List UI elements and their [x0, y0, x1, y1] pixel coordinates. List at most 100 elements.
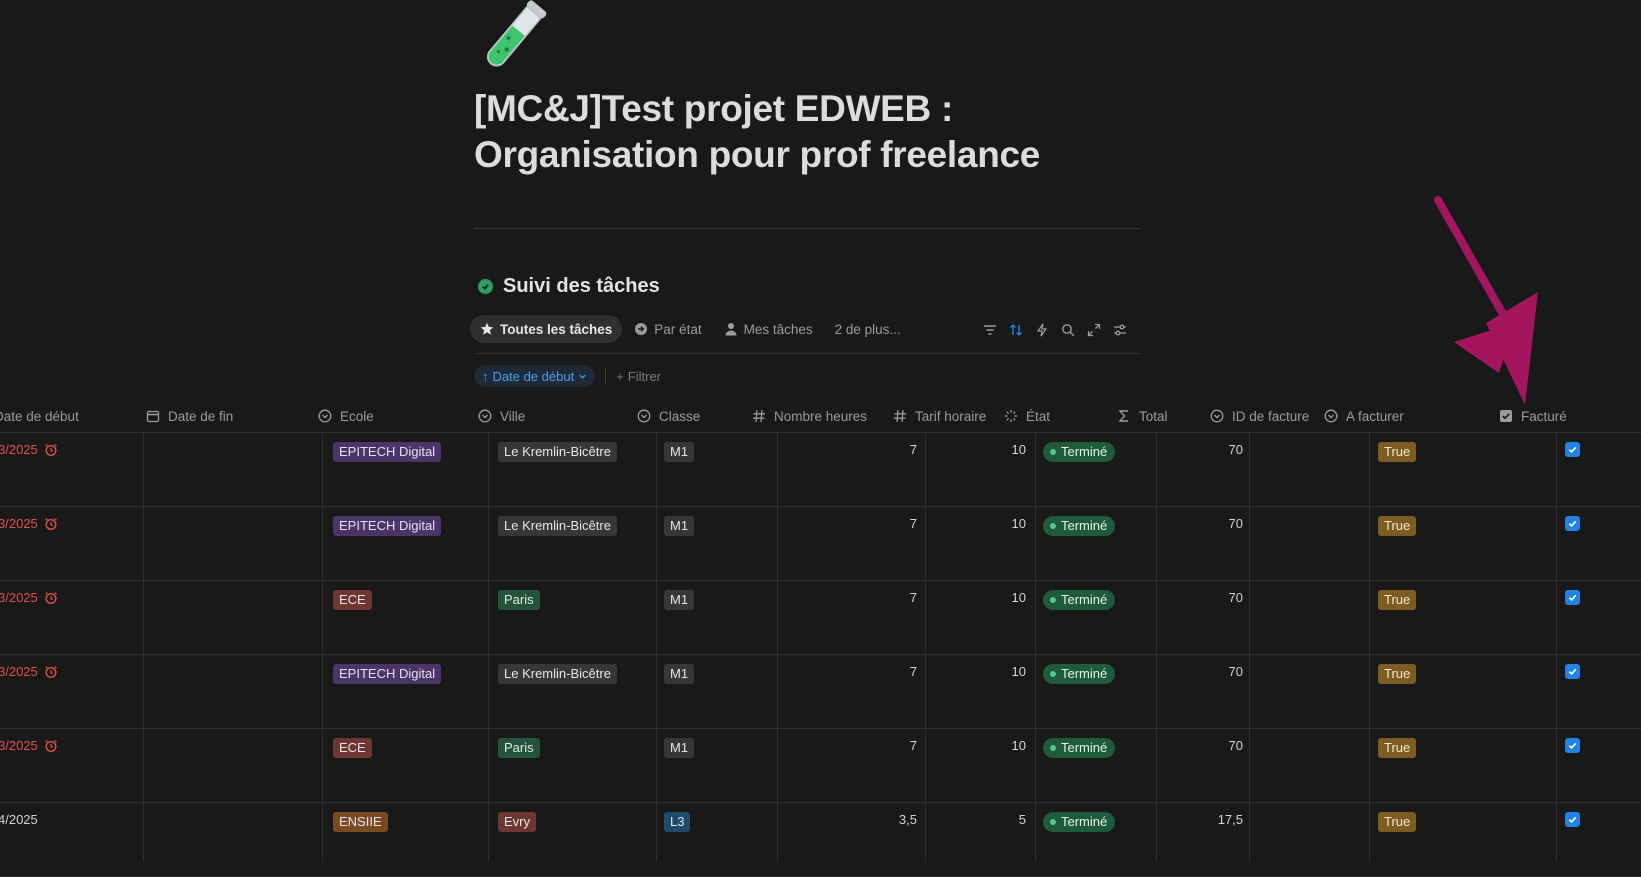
view-tab-my-tasks[interactable]: Mes tâches — [714, 315, 823, 343]
add-filter-button[interactable]: + Filtrer — [616, 369, 661, 384]
classe-cell[interactable]: L3 — [664, 812, 691, 832]
checkbox-checked[interactable] — [1565, 442, 1580, 457]
settings-icon[interactable] — [1112, 322, 1128, 338]
start-date-cell[interactable]: 3/2025 — [0, 664, 58, 679]
rate-cell[interactable]: 5 — [925, 812, 1026, 827]
a-facturer-cell[interactable]: True — [1378, 516, 1417, 536]
row-divider — [0, 506, 1641, 507]
ville-cell[interactable]: Le Kremlin-Bicêtre — [498, 516, 617, 536]
column-header-label: Ville — [500, 408, 526, 424]
facture-cell[interactable] — [1565, 664, 1580, 679]
start-date-cell[interactable]: 3/2025 — [0, 590, 58, 605]
classe-cell[interactable]: M1 — [664, 738, 695, 758]
a-facturer-cell[interactable]: True — [1378, 664, 1417, 684]
hours-cell[interactable]: 3,5 — [777, 812, 917, 827]
ville-cell[interactable]: Le Kremlin-Bicêtre — [498, 442, 617, 462]
ecole-cell[interactable]: EPITECH Digital — [333, 664, 442, 684]
column-header[interactable]: A facturer — [1324, 402, 1404, 430]
checkbox-checked[interactable] — [1565, 590, 1580, 605]
sort-chip[interactable]: ↑ Date de début — [474, 365, 596, 387]
checkbox-checked[interactable] — [1565, 812, 1580, 827]
alarm-icon — [44, 665, 57, 678]
column-header[interactable]: Ecole — [318, 402, 374, 430]
checkbox-checked[interactable] — [1565, 516, 1580, 531]
filter-icon[interactable] — [982, 322, 998, 338]
expand-icon[interactable] — [1086, 322, 1102, 338]
facture-cell[interactable] — [1565, 442, 1580, 457]
status-icon — [1004, 409, 1018, 423]
start-date-value: 3/2025 — [0, 738, 38, 753]
column-header[interactable]: Total — [1117, 402, 1168, 430]
rate-cell[interactable]: 10 — [925, 738, 1026, 753]
status-cell[interactable]: Terminé — [1043, 738, 1116, 758]
classe-cell[interactable]: M1 — [664, 442, 695, 462]
a-facturer-cell[interactable]: True — [1378, 812, 1417, 832]
column-header[interactable]: Classe — [637, 402, 700, 430]
classe-cell[interactable]: M1 — [664, 516, 695, 536]
status-cell[interactable]: Terminé — [1043, 516, 1116, 536]
column-header[interactable]: État — [1004, 402, 1050, 430]
a-facturer-cell[interactable]: True — [1378, 738, 1417, 758]
facture-cell[interactable] — [1565, 738, 1580, 753]
page-title[interactable]: [MC&J]Test projet EDWEB : Organisation p… — [474, 86, 1174, 178]
hours-cell[interactable]: 7 — [777, 664, 917, 679]
ecole-cell[interactable]: ENSIIE — [333, 812, 388, 832]
column-header[interactable]: Tarif horaire — [893, 402, 986, 430]
classe-cell[interactable]: M1 — [664, 590, 695, 610]
hours-cell[interactable]: 7 — [777, 442, 917, 457]
column-header[interactable]: Nombre heures — [752, 402, 867, 430]
sort-icon[interactable] — [1008, 322, 1024, 338]
rate-cell[interactable]: 10 — [925, 516, 1026, 531]
person-icon — [725, 323, 737, 336]
status-cell[interactable]: Terminé — [1043, 812, 1116, 832]
views-divider — [474, 353, 1140, 354]
classe-cell[interactable]: M1 — [664, 664, 695, 684]
status-badge: Terminé — [1043, 516, 1116, 536]
ville-cell[interactable]: Evry — [498, 812, 536, 832]
total-value: 70 — [1228, 516, 1243, 531]
hours-cell[interactable]: 7 — [777, 738, 917, 753]
start-date-cell[interactable]: 3/2025 — [0, 442, 58, 457]
column-header[interactable]: Ville — [478, 402, 525, 430]
column-header[interactable]: ID de facture — [1210, 402, 1309, 430]
start-date-cell[interactable]: 3/2025 — [0, 738, 58, 753]
ecole-cell[interactable]: EPITECH Digital — [333, 442, 442, 462]
start-date-cell[interactable]: 3/2025 — [0, 516, 58, 531]
database-title-text: Suivi des tâches — [503, 274, 660, 297]
view-tab-all[interactable]: Toutes les tâches — [470, 315, 623, 343]
rate-cell[interactable]: 10 — [925, 590, 1026, 605]
rate-cell[interactable]: 10 — [925, 664, 1026, 679]
a-facturer-cell[interactable]: True — [1378, 442, 1417, 462]
ecole-cell[interactable]: EPITECH Digital — [333, 516, 442, 536]
rate-cell[interactable]: 10 — [925, 442, 1026, 457]
a-facturer-cell[interactable]: True — [1378, 590, 1417, 610]
status-cell[interactable]: Terminé — [1043, 664, 1116, 684]
column-header[interactable]: Date de début — [0, 402, 79, 430]
hours-cell[interactable]: 7 — [777, 590, 917, 605]
status-cell[interactable]: Terminé — [1043, 590, 1116, 610]
facture-cell[interactable] — [1565, 590, 1580, 605]
ecole-cell[interactable]: ECE — [333, 738, 372, 758]
ville-cell[interactable]: Le Kremlin-Bicêtre — [498, 664, 617, 684]
ville-cell[interactable]: Paris — [498, 738, 540, 758]
start-date-cell[interactable]: 4/2025 — [0, 812, 38, 827]
more-views-button[interactable]: 2 de plus... — [825, 315, 911, 343]
database-title[interactable]: Suivi des tâches — [478, 273, 660, 299]
hours-cell[interactable]: 7 — [777, 516, 917, 531]
view-tab-by-status[interactable]: Par état — [624, 315, 711, 343]
status-label: Terminé — [1061, 814, 1108, 829]
checkbox-checked[interactable] — [1565, 738, 1580, 753]
automation-icon[interactable] — [1034, 322, 1050, 338]
ecole-tag: EPITECH Digital — [333, 664, 442, 684]
search-icon[interactable] — [1060, 322, 1076, 338]
checkbox-checked[interactable] — [1565, 664, 1580, 679]
status-cell[interactable]: Terminé — [1043, 442, 1116, 462]
ecole-cell[interactable]: ECE — [333, 590, 372, 610]
total-value: 70 — [1228, 442, 1243, 457]
check-icon — [1568, 594, 1577, 602]
alarm-icon — [44, 591, 57, 604]
facture-cell[interactable] — [1565, 812, 1580, 827]
facture-cell[interactable] — [1565, 516, 1580, 531]
ville-cell[interactable]: Paris — [498, 590, 540, 610]
column-header[interactable]: Date de fin — [146, 402, 233, 430]
